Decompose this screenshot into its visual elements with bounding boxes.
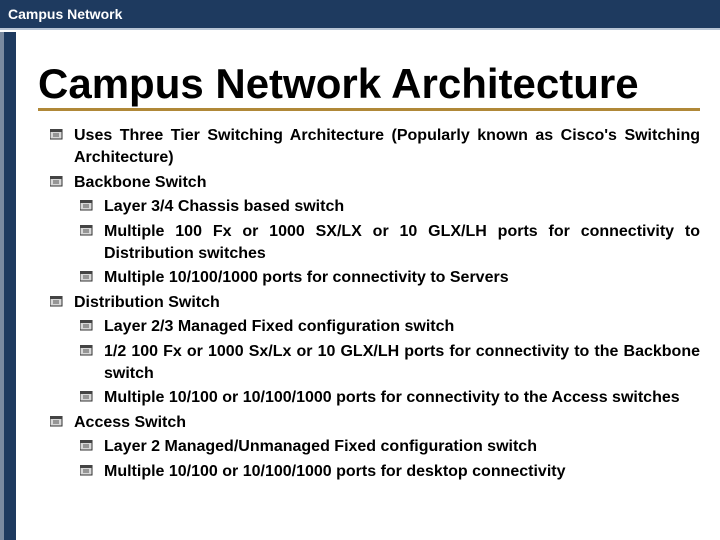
list-item: Backbone Switch	[50, 172, 700, 194]
sub-list-item-text: Multiple 100 Fx or 1000 SX/LX or 10 GLX/…	[104, 221, 700, 266]
sub-list-item-text: Multiple 10/100 or 10/100/1000 ports for…	[104, 461, 700, 483]
slide-content: Campus Network Architecture Uses Three T…	[16, 32, 720, 540]
list-item-text: Uses Three Tier Switching Architecture (…	[74, 125, 700, 170]
bullet-icon	[80, 196, 104, 218]
sub-list: Layer 2/3 Managed Fixed configuration sw…	[50, 316, 700, 410]
list-item-text: Distribution Switch	[74, 292, 700, 314]
header-title: Campus Network	[8, 6, 122, 22]
side-strip-inset	[0, 32, 4, 540]
bullet-icon	[80, 436, 104, 458]
side-strip	[0, 32, 16, 540]
bullet-icon	[80, 387, 104, 409]
sub-list-item-text: 1/2 100 Fx or 1000 Sx/Lx or 10 GLX/LH po…	[104, 341, 700, 386]
sub-list: Layer 3/4 Chassis based switch Multiple 1…	[50, 196, 700, 290]
bullet-icon	[50, 412, 74, 434]
bullet-icon	[80, 221, 104, 266]
list-item-text: Backbone Switch	[74, 172, 700, 194]
sub-list: Layer 2 Managed/Unmanaged Fixed configur…	[50, 436, 700, 483]
bullet-icon	[80, 341, 104, 386]
sub-list-item: Layer 2 Managed/Unmanaged Fixed configur…	[80, 436, 700, 458]
bullet-icon	[50, 292, 74, 314]
sub-list-item: Multiple 10/100 or 10/100/1000 ports for…	[80, 461, 700, 483]
sub-list-item: Multiple 10/100/1000 ports for connectiv…	[80, 267, 700, 289]
sub-list-item: Layer 3/4 Chassis based switch	[80, 196, 700, 218]
bullet-icon	[80, 316, 104, 338]
slide-title: Campus Network Architecture	[38, 62, 700, 111]
bullet-icon	[80, 461, 104, 483]
bullet-list: Uses Three Tier Switching Architecture (…	[46, 125, 700, 483]
list-item-text: Access Switch	[74, 412, 700, 434]
sub-list-item: Multiple 100 Fx or 1000 SX/LX or 10 GLX/…	[80, 221, 700, 266]
sub-list-item-text: Multiple 10/100/1000 ports for connectiv…	[104, 267, 700, 289]
sub-list-item: Multiple 10/100 or 10/100/1000 ports for…	[80, 387, 700, 409]
sub-list-item: 1/2 100 Fx or 1000 Sx/Lx or 10 GLX/LH po…	[80, 341, 700, 386]
sub-list-item-text: Layer 2/3 Managed Fixed configuration sw…	[104, 316, 700, 338]
bullet-icon	[50, 172, 74, 194]
list-item: Uses Three Tier Switching Architecture (…	[50, 125, 700, 170]
sub-list-item-text: Layer 2 Managed/Unmanaged Fixed configur…	[104, 436, 700, 458]
sub-list-item: Layer 2/3 Managed Fixed configuration sw…	[80, 316, 700, 338]
bullet-icon	[50, 125, 74, 170]
bullet-icon	[80, 267, 104, 289]
sub-list-item-text: Multiple 10/100 or 10/100/1000 ports for…	[104, 387, 700, 409]
sub-list-item-text: Layer 3/4 Chassis based switch	[104, 196, 700, 218]
list-item: Distribution Switch	[50, 292, 700, 314]
header-bar: Campus Network	[0, 0, 720, 30]
list-item: Access Switch	[50, 412, 700, 434]
